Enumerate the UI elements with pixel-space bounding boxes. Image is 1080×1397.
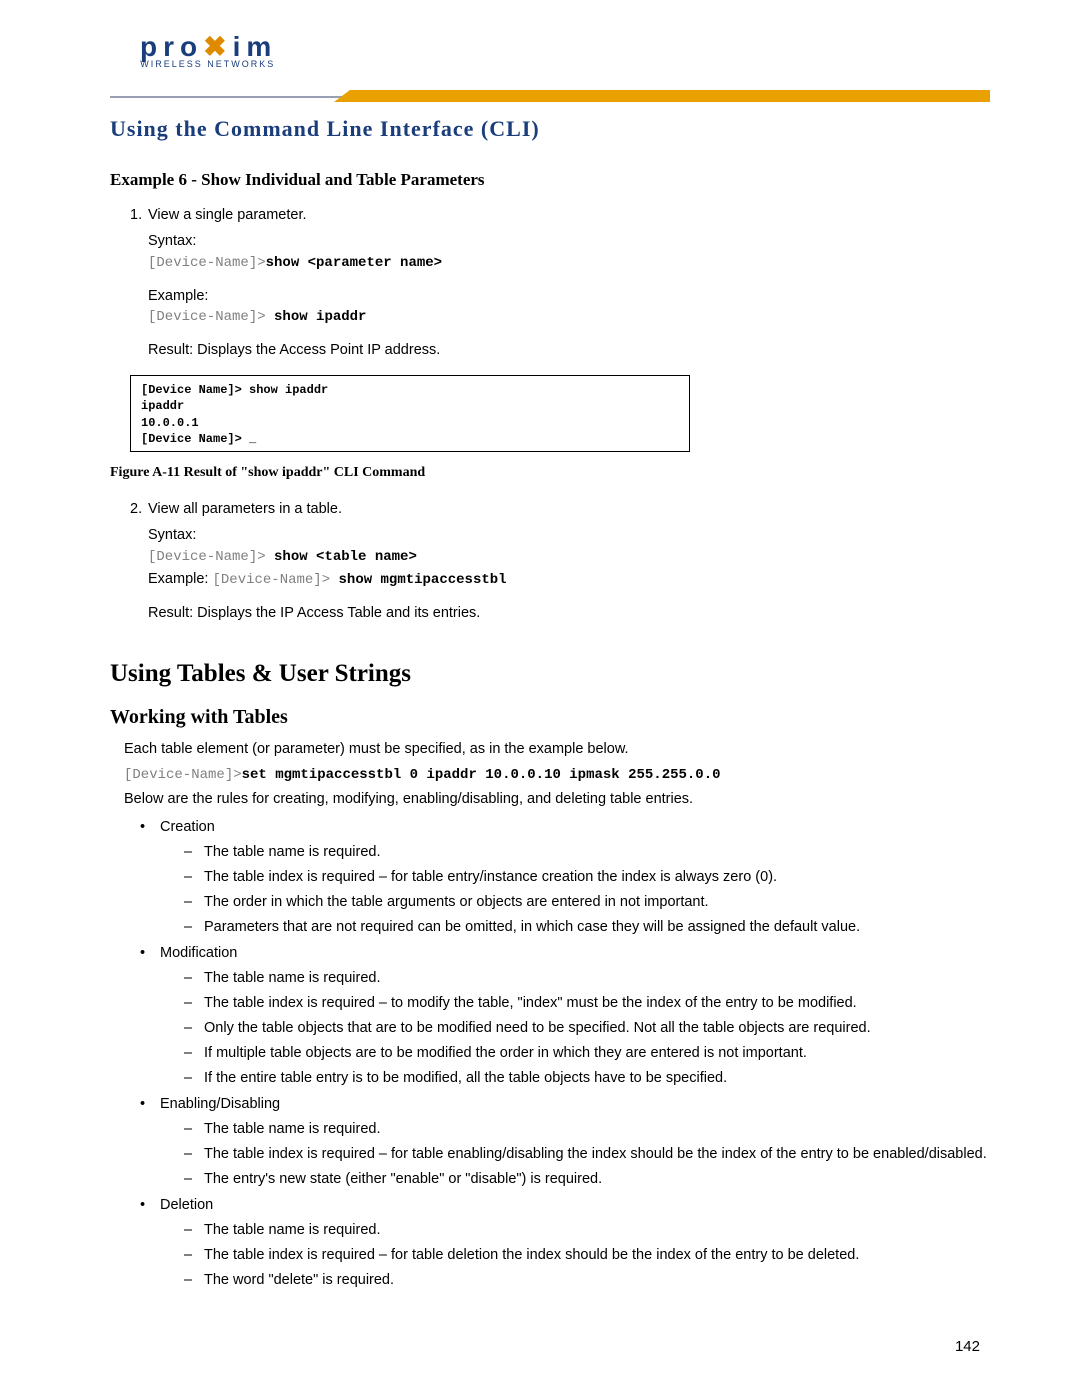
cli-output-box: [Device Name]> show ipaddr ipaddr 10.0.0…	[130, 375, 690, 452]
logo-post: im	[233, 31, 278, 62]
cli-line: [Device Name]> _	[141, 431, 679, 447]
rule-item: If multiple table objects are to be modi…	[184, 1043, 990, 1064]
rule-group: DeletionThe table name is required.The t…	[140, 1195, 990, 1291]
rule-items: The table name is required. The table ind…	[184, 1119, 990, 1190]
rule-item: The table index is required – for table …	[184, 1245, 990, 1266]
cli-line: 10.0.0.1	[141, 415, 679, 431]
cli-prompt: [Device-Name]>	[124, 767, 242, 783]
page: pro✖im WIRELESS NETWORKS Using the Comma…	[0, 0, 1080, 1397]
item-number: 2.	[130, 498, 148, 520]
paragraph: Each table element (or parameter) must b…	[124, 739, 990, 761]
paragraph: Below are the rules for creating, modify…	[124, 789, 990, 811]
cli-command: set mgmtipaccesstbl 0 ipaddr 10.0.0.10 i…	[242, 767, 721, 783]
rule-item: If the entire table entry is to be modif…	[184, 1068, 990, 1089]
result-text: Result: Displays the IP Access Table and…	[148, 602, 990, 624]
logo-subtitle: WIRELESS NETWORKS	[140, 59, 275, 69]
rule-item: The table name is required.	[184, 968, 990, 989]
cli-prompt: [Device-Name]>	[148, 549, 274, 565]
header: pro✖im WIRELESS NETWORKS	[110, 30, 990, 90]
logo-x-icon: ✖	[203, 31, 232, 62]
rule-item: Parameters that are not required can be …	[184, 917, 990, 938]
rule-item: The table index is required – for table …	[184, 867, 990, 888]
page-number: 142	[955, 1338, 980, 1355]
example6-heading: Example 6 - Show Individual and Table Pa…	[110, 170, 990, 190]
rule-item: The word "delete" is required.	[184, 1270, 990, 1291]
rule-item: The table index is required – to modify …	[184, 993, 990, 1014]
item-number: 1.	[130, 204, 148, 226]
rule-item: The order in which the table arguments o…	[184, 892, 990, 913]
example-label: Example:	[148, 571, 208, 587]
cli-command: show <parameter name>	[266, 255, 442, 271]
logo: pro✖im WIRELESS NETWORKS	[140, 30, 277, 69]
section-heading: Using Tables & User Strings	[110, 660, 990, 688]
rule-item: The table name is required.	[184, 842, 990, 863]
cli-line: ipaddr	[141, 398, 679, 414]
rule-item: Only the table objects that are to be mo…	[184, 1018, 990, 1039]
logo-pre: pro	[140, 31, 203, 62]
cli-prompt: [Device-Name]>	[212, 572, 338, 588]
rule-item: The table index is required – for table …	[184, 1144, 990, 1165]
rule-items: The table name is required. The table ind…	[184, 968, 990, 1089]
cli-command: show ipaddr	[274, 309, 366, 325]
cli-prompt: [Device-Name]>	[148, 309, 274, 325]
rule-group-title: Enabling/Disabling	[160, 1096, 280, 1112]
rule-item: The table name is required.	[184, 1119, 990, 1140]
rule-group: CreationThe table name is required.The t…	[140, 817, 990, 938]
example-label: Example:	[148, 285, 990, 307]
rule-group: Enabling/Disabling The table name is requ…	[140, 1094, 990, 1190]
rule-item: The table name is required.	[184, 1220, 990, 1241]
list-item: 1. View a single parameter.	[130, 204, 990, 226]
cli-line: [Device Name]> show ipaddr	[141, 382, 679, 398]
item-text: View a single parameter.	[148, 204, 307, 226]
list-item: 2. View all parameters in a table.	[130, 498, 990, 520]
cli-prompt: [Device-Name]>	[148, 255, 266, 271]
syntax-label: Syntax:	[148, 524, 990, 546]
rule-items: The table name is required. The table ind…	[184, 1220, 990, 1291]
result-text: Result: Displays the Access Point IP add…	[148, 339, 990, 361]
header-rule	[110, 90, 990, 104]
rule-group-title: Creation	[160, 819, 215, 835]
cli-command: show mgmtipaccesstbl	[339, 572, 507, 588]
item-text: View all parameters in a table.	[148, 498, 342, 520]
cli-command: show <table name>	[274, 549, 417, 565]
chapter-title: Using the Command Line Interface (CLI)	[110, 116, 990, 142]
rules-list: CreationThe table name is required.The t…	[140, 817, 990, 1291]
subsection-heading: Working with Tables	[110, 706, 990, 729]
rule-group-title: Modification	[160, 945, 237, 961]
rule-items: The table name is required. The table ind…	[184, 842, 990, 938]
rule-group: ModificationThe table name is required.T…	[140, 943, 990, 1089]
syntax-label: Syntax:	[148, 230, 990, 252]
rule-item: The entry's new state (either "enable" o…	[184, 1169, 990, 1190]
figure-caption: Figure A-11 Result of "show ipaddr" CLI …	[110, 462, 990, 484]
rule-group-title: Deletion	[160, 1197, 213, 1213]
